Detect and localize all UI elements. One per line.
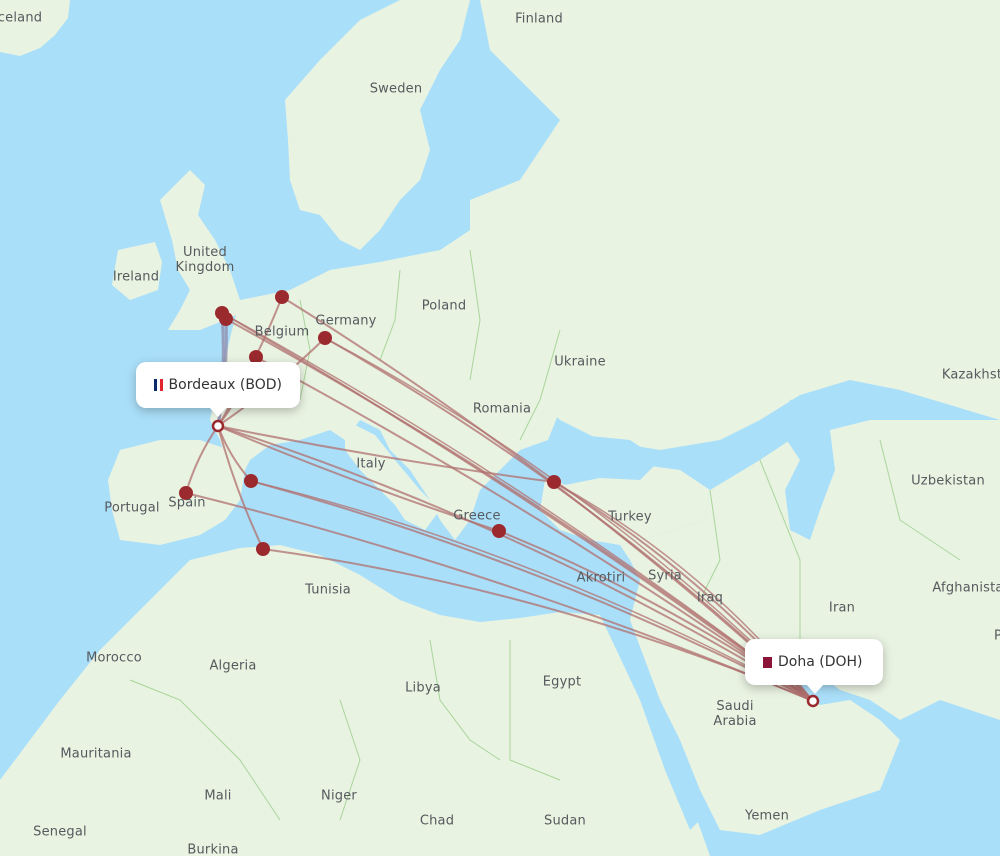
map-canvas[interactable] [0, 0, 1000, 856]
stopover-dot-germany-west[interactable] [318, 331, 332, 345]
stopover-dot-spain-east[interactable] [244, 474, 258, 488]
stopover-dot-algeria-north[interactable] [256, 542, 270, 556]
france-flag-icon [154, 379, 163, 391]
stopover-dot-netherlands[interactable] [275, 290, 289, 304]
stopover-dot-greece[interactable] [492, 524, 506, 538]
stopover-dot-turkey-northwest[interactable] [547, 475, 561, 489]
route-map[interactable]: celand Finland Sweden United Kingdom Ireland P… [0, 0, 1000, 856]
stopover-dot-uk-south-b[interactable] [219, 312, 233, 326]
stopover-dot-spain-central[interactable] [179, 486, 193, 500]
origin-marker-bod[interactable] [211, 419, 225, 433]
qatar-flag-icon [763, 656, 772, 668]
destination-label: Doha (DOH) [778, 654, 863, 670]
destination-marker-doh[interactable] [806, 694, 820, 708]
origin-label: Bordeaux (BOD) [168, 377, 282, 393]
destination-callout[interactable]: Doha (DOH) [745, 639, 883, 694]
origin-callout[interactable]: Bordeaux (BOD) [136, 362, 300, 417]
